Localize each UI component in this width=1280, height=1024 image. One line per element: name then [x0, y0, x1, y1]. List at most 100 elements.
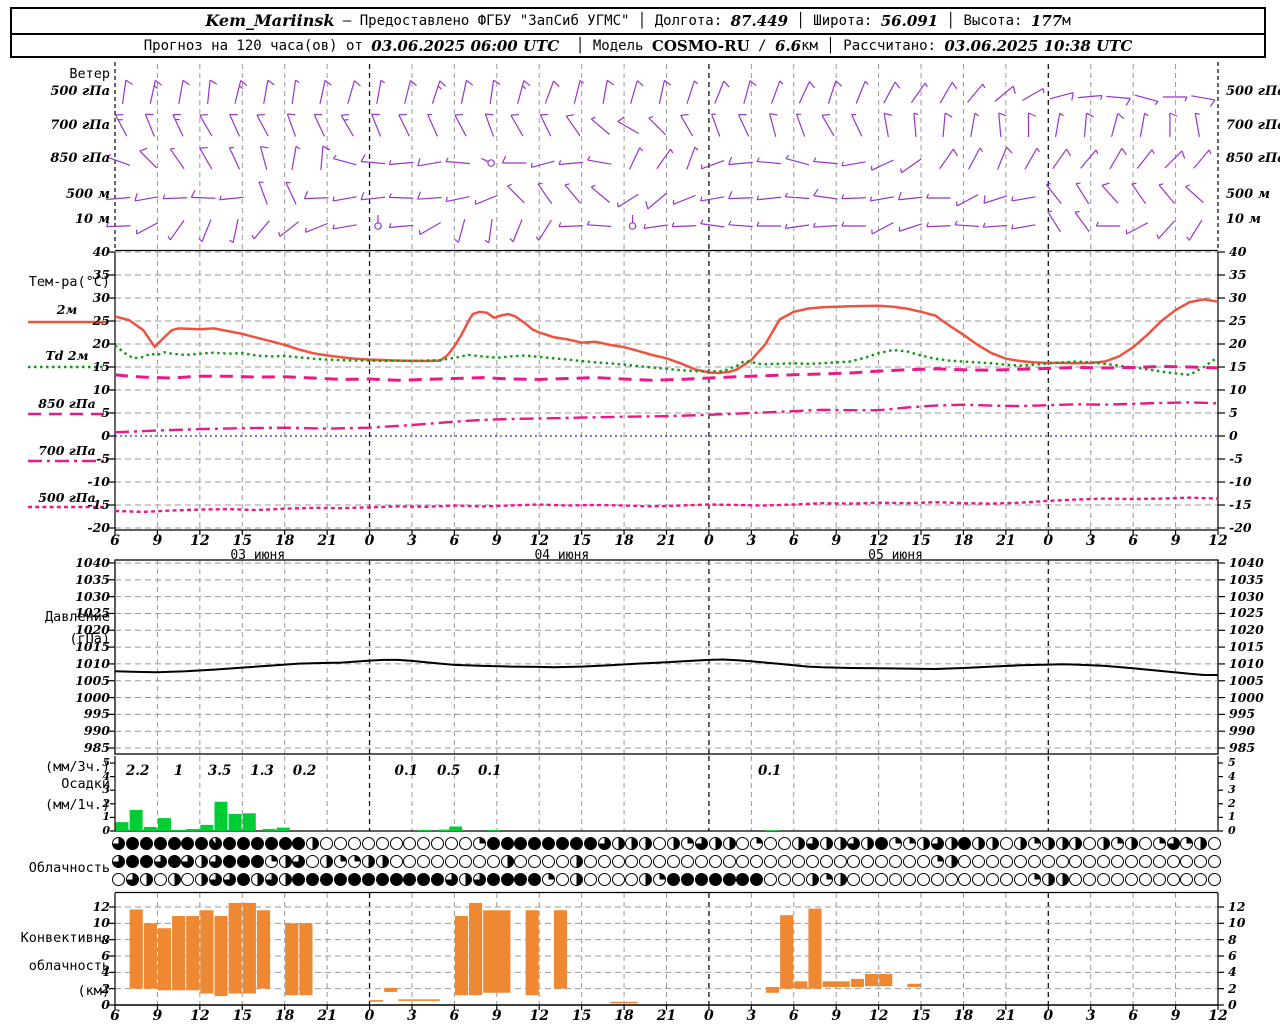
- barb-feather: [924, 82, 928, 88]
- barb-staff: [207, 80, 211, 105]
- barb-feather: [897, 192, 902, 200]
- wind-barb: [105, 222, 131, 228]
- barb-feather: [1185, 184, 1190, 188]
- barb-feather: [260, 145, 269, 149]
- cloud-circle-middle: [1124, 855, 1138, 868]
- wind-barb: [169, 147, 185, 170]
- cloud-circle-upper: [902, 837, 916, 850]
- cloud-circle-upper: [334, 837, 347, 850]
- pressure-ytick-label-right: 1005: [1229, 672, 1264, 688]
- hour-label: 0: [1043, 533, 1054, 549]
- precip-3h-value: 0.1: [757, 763, 782, 779]
- wind-barb: [1075, 182, 1090, 205]
- pressure-ytick-label-right: 1035: [1229, 571, 1264, 587]
- precip-bar: [228, 814, 242, 831]
- hour-label: 6: [1128, 533, 1139, 549]
- barb-staff: [771, 80, 781, 104]
- cloud-circle-lower: [805, 873, 819, 886]
- cloud-circle-lower: [472, 873, 486, 886]
- barb-staff: [795, 113, 806, 137]
- barb-staff: [517, 80, 525, 104]
- wind-barb: [1134, 94, 1159, 106]
- conv-ytick-label-right: 8: [1228, 931, 1237, 947]
- cloud-circle-middle: [667, 855, 680, 868]
- barb-feather: [680, 113, 689, 116]
- barb-staff: [559, 161, 584, 166]
- barb-feather: [784, 192, 789, 198]
- wind-barb: [371, 113, 382, 137]
- cloud-circle-middle: [112, 855, 125, 868]
- wind-barb: [285, 181, 297, 205]
- pressure-ytick-label-right: 1030: [1229, 588, 1264, 604]
- precip-3h-value: 0.1: [394, 763, 419, 779]
- conv-ytick-label-right: 4: [1228, 964, 1237, 980]
- cloud-circle-lower: [112, 873, 125, 886]
- wind-barb: [332, 154, 357, 166]
- barb-staff: [340, 114, 354, 137]
- barb-feather: [779, 80, 784, 85]
- barb-staff: [629, 147, 641, 170]
- barb-feather: [341, 113, 350, 116]
- pressure-ytick-label-right: 1020: [1229, 622, 1264, 638]
- precip-bar: [186, 828, 200, 831]
- cloud-circle-lower: [680, 873, 694, 886]
- cloud-circle-lower: [902, 873, 916, 886]
- barb-staff: [286, 113, 297, 137]
- precip-bar: [242, 813, 256, 831]
- bottom-hour-label: 15: [232, 1008, 252, 1024]
- wind-level-label-right: 700 гПа: [1226, 118, 1280, 133]
- wind-barb: [107, 153, 131, 166]
- hour-label: 6: [788, 533, 799, 549]
- barb-staff: [983, 195, 1008, 204]
- barb-feather: [267, 79, 275, 86]
- barb-staff: [1106, 95, 1131, 100]
- temp-ytick-label-left: 0: [101, 428, 110, 443]
- wind-barb: [898, 223, 923, 232]
- conv-cloud-bar: [384, 987, 398, 992]
- cloud-circle-middle: [500, 855, 514, 868]
- cloud-circle-lower: [1166, 873, 1180, 886]
- wind-barb: [813, 157, 838, 165]
- barb-staff: [1131, 183, 1147, 205]
- barb-feather: [894, 81, 901, 89]
- wind-barb: [968, 147, 984, 170]
- barb-staff: [617, 120, 639, 135]
- barb-feather: [645, 201, 649, 210]
- temp-ytick-label-left: 30: [92, 290, 110, 305]
- wind-barb: [926, 193, 951, 199]
- barb-feather: [1131, 182, 1137, 185]
- precip-3h-value: 2.2: [125, 763, 150, 779]
- barb-staff: [1185, 186, 1204, 204]
- bottom-hour-label: 0: [1043, 1008, 1054, 1024]
- wind-barb: [445, 157, 470, 165]
- barb-feather: [769, 112, 778, 116]
- barb-feather: [1186, 236, 1190, 241]
- wind-barb: [628, 215, 637, 230]
- barb-staff: [785, 196, 810, 200]
- barb-staff: [714, 81, 725, 104]
- barb-feather: [1117, 113, 1125, 120]
- conv-ytick-label-left: 8: [101, 931, 110, 947]
- wind-barb: [966, 83, 986, 103]
- barb-feather: [1095, 221, 1099, 227]
- precip-ytick-label-left: 2: [102, 796, 110, 810]
- barb-staff: [169, 219, 185, 241]
- wind-barb: [509, 219, 523, 243]
- temp-ytick-label-right: 15: [1229, 359, 1247, 374]
- wind-barb: [1101, 182, 1119, 204]
- wind-barb: [484, 218, 493, 244]
- barb-staff: [531, 160, 555, 168]
- temp-ytick-label-right: 5: [1229, 405, 1238, 420]
- cloud-circle-upper: [889, 837, 902, 850]
- barb-staff: [539, 114, 552, 137]
- wind-barb: [388, 193, 414, 199]
- cloud-circle-upper: [445, 837, 458, 850]
- barb-feather: [199, 146, 208, 149]
- barb-feather: [728, 156, 733, 165]
- cloud-circle-lower: [458, 873, 472, 886]
- cloud-circle-upper: [597, 837, 611, 850]
- barb-staff: [427, 114, 438, 137]
- barb-feather: [952, 148, 958, 157]
- barb-staff: [966, 83, 984, 103]
- barb-staff: [926, 225, 951, 228]
